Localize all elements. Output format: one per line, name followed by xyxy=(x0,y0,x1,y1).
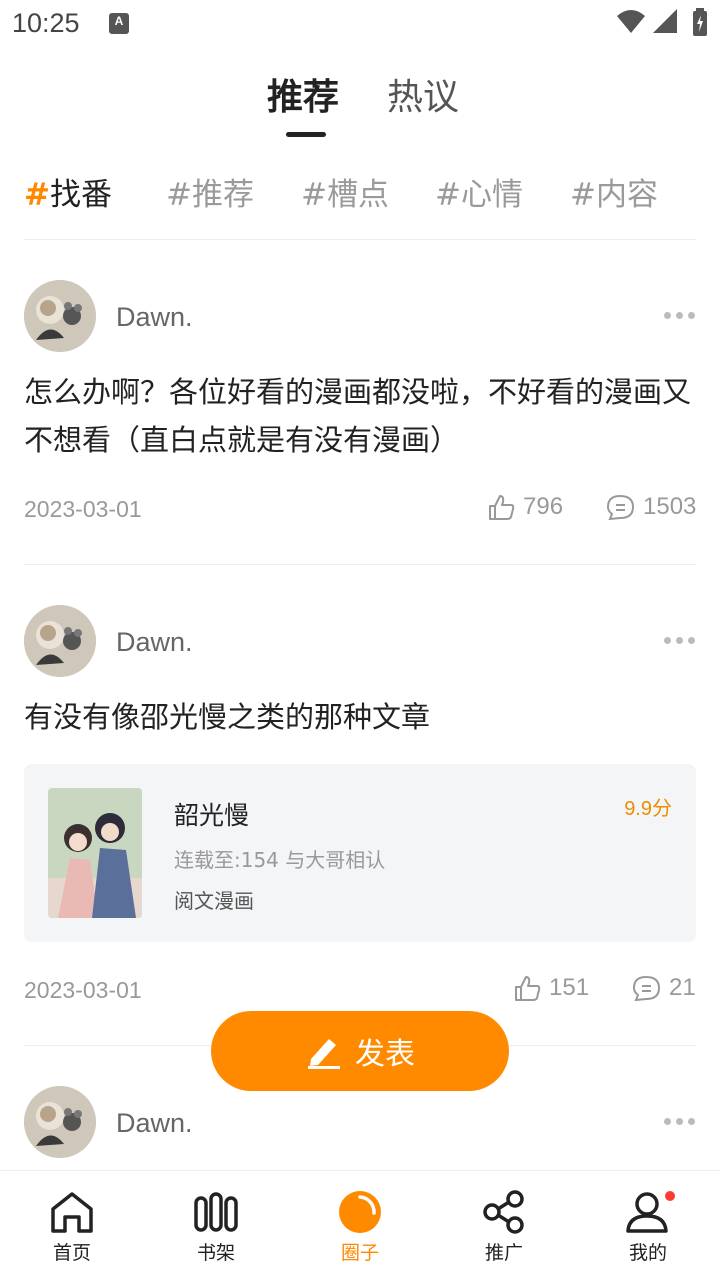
topic-chips: #找番 #推荐 #槽点 #心情 #内容 xyxy=(0,165,720,225)
publish-button[interactable]: 发表 xyxy=(211,1011,509,1091)
circle-icon xyxy=(339,1191,381,1233)
book-cover[interactable] xyxy=(48,788,142,918)
nav-home[interactable]: 首页 xyxy=(0,1171,144,1280)
comment-count: 1503 xyxy=(643,493,697,520)
comment-icon xyxy=(632,975,661,1001)
book-card[interactable]: 韶光慢 9.9分 连载至:154 与大哥相认 阅文漫画 xyxy=(24,764,696,942)
chip-label: 找番 xyxy=(49,177,112,213)
nav-label: 书架 xyxy=(196,1242,235,1264)
home-icon xyxy=(51,1192,93,1233)
chip-label: 槽点 xyxy=(326,177,389,213)
chip-label: 心情 xyxy=(460,177,523,213)
status-bar: 10:25 A xyxy=(0,0,720,48)
chip-recommend[interactable]: #推荐 xyxy=(166,169,254,214)
notification-badge xyxy=(663,1189,677,1203)
wifi-icon xyxy=(617,10,645,33)
nav-circle[interactable]: 圈子 xyxy=(288,1171,432,1280)
book-progress: 连载至:154 与大哥相认 xyxy=(174,848,386,872)
chip-hash: # xyxy=(435,177,461,213)
chip-hash: # xyxy=(24,177,50,213)
post-date: 2023-03-01 xyxy=(24,496,142,522)
username[interactable]: Dawn. xyxy=(116,302,193,333)
nav-promote[interactable]: 推广 xyxy=(432,1171,576,1280)
nav-label: 圈子 xyxy=(340,1242,379,1264)
status-time: 10:25 xyxy=(12,8,80,38)
post-text[interactable]: 有没有像邵光慢之类的那种文章 xyxy=(24,693,696,741)
thumbs-up-icon xyxy=(515,975,541,1001)
chip-hash: # xyxy=(301,177,327,213)
chip-complaints[interactable]: #槽点 xyxy=(301,169,389,214)
like-count: 151 xyxy=(549,974,590,1001)
username[interactable]: Dawn. xyxy=(116,1108,193,1139)
more-options-icon[interactable] xyxy=(664,1115,696,1127)
like-button[interactable]: 796 xyxy=(488,493,563,521)
publish-button-label: 发表 xyxy=(355,1037,415,1072)
avatar[interactable] xyxy=(24,1086,96,1158)
book-score: 9.9分 xyxy=(624,798,672,820)
post-card[interactable]: Dawn. 怎么办啊？各位好看的漫画都没啦，不好看的漫画又不想看（直白点就是有没… xyxy=(24,240,696,564)
bookshelf-icon xyxy=(194,1192,238,1232)
signal-icon xyxy=(653,9,677,33)
chip-label: 内容 xyxy=(595,177,658,213)
post-date: 2023-03-01 xyxy=(24,977,142,1003)
username[interactable]: Dawn. xyxy=(116,627,193,658)
bottom-nav: 首页 书架 圈子 推广 我的 xyxy=(0,1170,720,1280)
nav-label: 首页 xyxy=(52,1242,91,1264)
like-count: 796 xyxy=(523,493,564,520)
chip-content[interactable]: #内容 xyxy=(570,169,658,214)
avatar[interactable] xyxy=(24,605,96,677)
thumbs-up-icon xyxy=(489,494,515,520)
book-source: 阅文漫画 xyxy=(174,889,254,913)
pen-icon xyxy=(308,1039,340,1069)
chip-hash: # xyxy=(570,177,596,213)
post-card[interactable]: Dawn. 有没有像邵光慢之类的那种文章 韶光慢 9.9分 连载至:154 与大… xyxy=(24,565,696,1045)
top-tabs: 推荐 热议 xyxy=(0,60,720,140)
more-options-icon[interactable] xyxy=(664,634,696,646)
active-tab-indicator xyxy=(286,132,326,137)
post-text[interactable]: 怎么办啊？各位好看的漫画都没啦，不好看的漫画又不想看（直白点就是有没有漫画） xyxy=(24,368,696,464)
share-icon xyxy=(483,1190,524,1234)
chip-mood[interactable]: #心情 xyxy=(435,169,523,214)
comment-button[interactable]: 1503 xyxy=(606,493,696,521)
tab-hot-discussion[interactable]: 热议 xyxy=(387,68,459,120)
like-button[interactable]: 151 xyxy=(514,974,589,1002)
accessibility-icon: A xyxy=(109,13,129,34)
comment-icon xyxy=(606,494,635,520)
tab-recommend[interactable]: 推荐 xyxy=(267,68,339,120)
nav-profile[interactable]: 我的 xyxy=(576,1171,720,1280)
chip-hash: # xyxy=(166,177,192,213)
chip-find-anime[interactable]: #找番 xyxy=(24,169,112,214)
comment-button[interactable]: 21 xyxy=(632,974,696,1002)
book-title: 韶光慢 xyxy=(174,801,250,830)
chip-label: 推荐 xyxy=(191,177,254,213)
nav-label: 推广 xyxy=(484,1242,523,1264)
avatar[interactable] xyxy=(24,280,96,352)
more-options-icon[interactable] xyxy=(664,309,696,321)
nav-label: 我的 xyxy=(628,1242,667,1264)
battery-icon xyxy=(693,8,707,36)
nav-bookshelf[interactable]: 书架 xyxy=(144,1171,288,1280)
comment-count: 21 xyxy=(669,974,696,1001)
